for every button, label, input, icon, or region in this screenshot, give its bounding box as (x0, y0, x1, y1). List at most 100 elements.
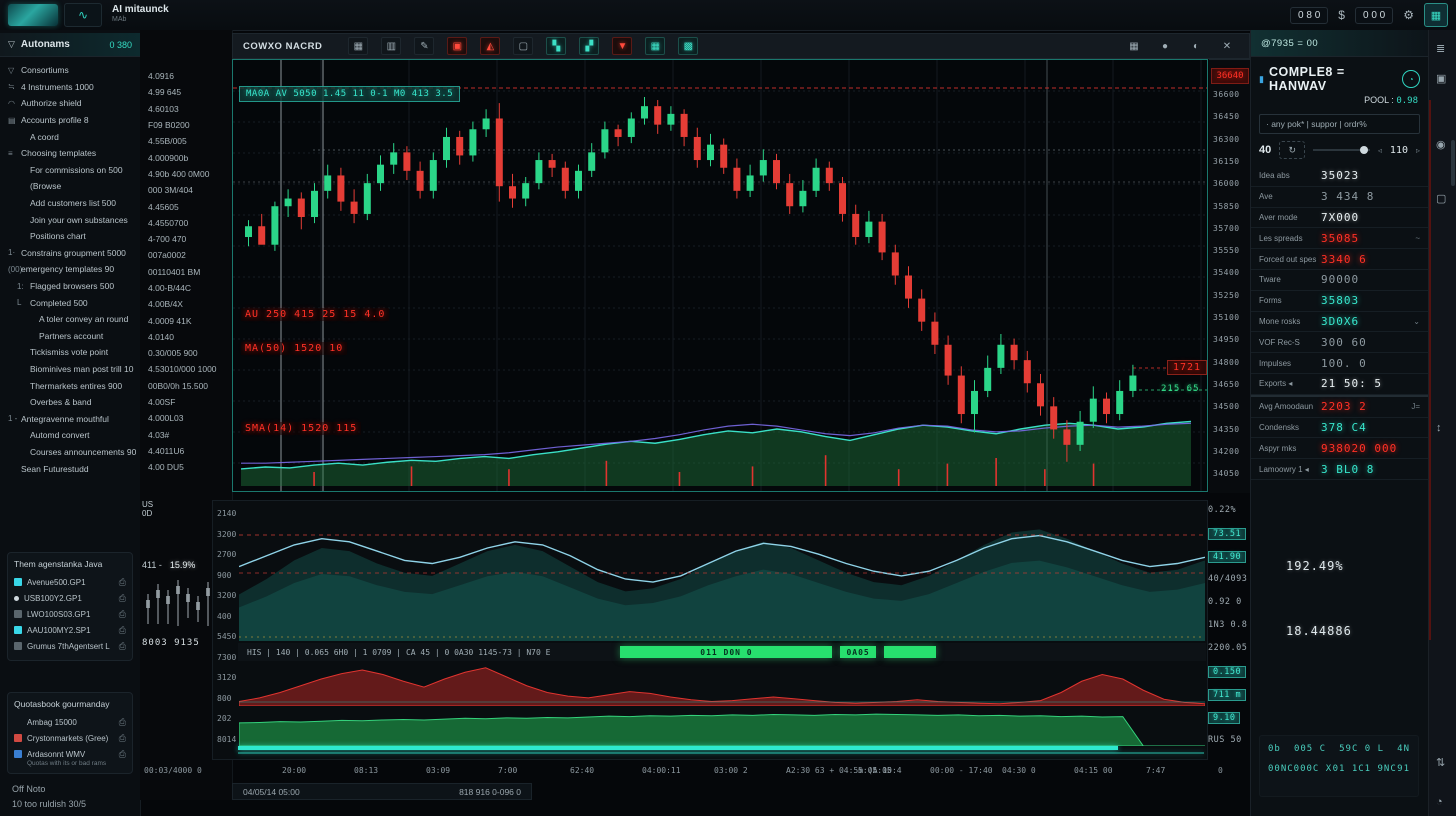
quote-value[interactable]: 4.45605 (140, 198, 232, 214)
quote-value[interactable]: 000 3M/404 (140, 182, 232, 198)
card-row[interactable]: LWO100S03.GP1⎙ (14, 606, 126, 622)
printer-icon[interactable]: ⎙ (119, 593, 126, 604)
quote-value[interactable]: F09 B0200 (140, 117, 232, 133)
record-icon[interactable]: ● (1156, 38, 1174, 54)
quote-value[interactable]: 4.4550700 (140, 215, 232, 231)
slider-knob[interactable] (1360, 146, 1368, 154)
sidebar-item[interactable]: ▤Accounts profile 8 (0, 112, 140, 129)
sidebar-item[interactable]: Partners account (0, 328, 140, 345)
sidebar-item[interactable]: ◠Authorize shield (0, 95, 140, 112)
square-icon[interactable]: ▢ (1436, 192, 1446, 205)
quote-value[interactable]: 4.000L03 (140, 410, 232, 426)
sidebar-item[interactable]: Automd convert (0, 427, 140, 444)
card-row[interactable]: Ambag 15000⎙ (14, 714, 126, 730)
sidebar-item[interactable]: Thermarkets entires 900 (0, 377, 140, 394)
layout-grid-icon[interactable]: ▦ (1125, 38, 1143, 54)
tool-tool-icon[interactable]: ✎ (414, 37, 434, 55)
red-tool-icon[interactable]: ▣ (447, 37, 467, 55)
quote-value[interactable]: 4.000900b (140, 149, 232, 165)
indicator-panel[interactable]: 2140320027009003200400545073003120800202… (212, 500, 1208, 760)
sidebar-item[interactable]: Add customers list 500 (0, 195, 140, 212)
stepper-arrow-right-icon[interactable]: ▹ (1416, 146, 1420, 155)
stepper-arrows-icon[interactable]: ◃ (1378, 146, 1382, 155)
printer-icon[interactable]: ⎙ (119, 609, 126, 620)
sidebar-item[interactable]: (Browse (0, 178, 140, 195)
half-circle-icon[interactable]: ◐ (1187, 38, 1205, 54)
sidebar-item[interactable]: 1·Constrains groupment 5000 (0, 245, 140, 262)
card-row[interactable]: Avenue500.GP1⎙ (14, 574, 126, 590)
resize-icon[interactable]: ↕ (1436, 422, 1442, 434)
sidebar-item[interactable]: (00)emergency templates 90 (0, 261, 140, 278)
candlestick-chart-panel[interactable]: MA0A AV 5050 1.45 11 0-1 M0 413 3.5 AU 2… (232, 59, 1208, 492)
quote-value[interactable]: 4.4011U6 (140, 443, 232, 459)
quote-value[interactable]: 00B0/0h 15.500 (140, 378, 232, 394)
quote-value[interactable]: 4.00 DU5 (140, 459, 232, 475)
sidebar-item[interactable]: Tickismiss vote point (0, 344, 140, 361)
quote-value[interactable]: 4.0140 (140, 329, 232, 345)
sidebar-item[interactable]: For commissions on 500 (0, 162, 140, 179)
order-type-input[interactable]: · any pok* | suppor | ordr% (1259, 114, 1420, 134)
sidebar-item[interactable]: Overbes & band (0, 394, 140, 411)
sidebar-header[interactable]: ▽ Autonams 0 380 (0, 33, 140, 57)
card-row[interactable]: Crystonmarkets (Gree)⎙ (14, 730, 126, 746)
quote-value[interactable]: 4.00SF (140, 394, 232, 410)
printer-icon[interactable]: ⎙ (119, 749, 126, 760)
order-row-trailing-icon[interactable]: ⌄ (1413, 317, 1420, 326)
quote-value[interactable]: 4.0009 41K (140, 312, 232, 328)
close-icon[interactable]: ✕ (1218, 38, 1236, 54)
quote-value[interactable]: 4.00B/4X (140, 296, 232, 312)
printer-icon[interactable]: ⎙ (119, 641, 126, 652)
target-icon[interactable]: ◉ (1436, 138, 1446, 151)
dial-icon[interactable]: ↻ (1279, 141, 1305, 159)
printer-icon[interactable]: ⎙ (119, 733, 126, 744)
quote-value[interactable]: 4-700 470 (140, 231, 232, 247)
red-tool-icon[interactable]: ▼ (612, 37, 632, 55)
sidebar-item[interactable]: Sean Futurestudd (0, 460, 140, 477)
grid-toggle-button[interactable]: ▦ (1424, 3, 1448, 27)
time-axis[interactable]: 00:03/4000 020:0008:1303:097:0062:4004:0… (140, 764, 1252, 778)
teal-tool-icon[interactable]: ▚ (546, 37, 566, 55)
teal-tool-icon[interactable]: ▩ (678, 37, 698, 55)
quote-value[interactable]: 4.90b 400 0M00 (140, 166, 232, 182)
quote-value[interactable]: 4.53010/000 1000 (140, 361, 232, 377)
quote-value[interactable]: 4.00-B/44C (140, 280, 232, 296)
clock-icon[interactable]: ◔ (1436, 796, 1443, 808)
red-tool-icon[interactable]: ◭ (480, 37, 500, 55)
sidebar-item[interactable]: A toler convey an round (0, 311, 140, 328)
quote-value[interactable]: 4.03# (140, 427, 232, 443)
sidebar-item[interactable]: Join your own substances (0, 211, 140, 228)
sidebar-item[interactable]: ▽Consortiums (0, 62, 140, 79)
printer-icon[interactable]: ⎙ (119, 717, 126, 728)
sidebar-item[interactable]: 1 -Antegravenne mouthful (0, 410, 140, 427)
tool-tool-icon[interactable]: ▢ (513, 37, 533, 55)
sort-icon[interactable]: ⇅ (1436, 756, 1445, 769)
price-axis[interactable]: 36640 3660036450363003615036000358503570… (1209, 59, 1250, 493)
quote-value[interactable]: 4.55B/005 (140, 133, 232, 149)
quote-value[interactable]: 0.30/005 900 (140, 345, 232, 361)
printer-icon[interactable]: ⎙ (119, 625, 126, 636)
refresh-circle-icon[interactable]: ◔ (1402, 70, 1420, 88)
printer-icon[interactable]: ⎙ (119, 577, 126, 588)
card-row[interactable]: AAU100MY2.SP1⎙ (14, 622, 126, 638)
quote-value[interactable]: 4.99 645 (140, 84, 232, 100)
dollar-icon[interactable]: $ (1338, 8, 1345, 22)
quote-value[interactable]: 00110401 BM (140, 264, 232, 280)
sidebar-item[interactable]: ≡Choosing templates (0, 145, 140, 162)
layers-icon[interactable]: ≣ (1436, 42, 1445, 55)
card-row[interactable]: USB100Y2.GP1⎙ (14, 590, 126, 606)
gear-icon[interactable]: ⚙ (1403, 8, 1414, 22)
sidebar-item[interactable]: Positions chart (0, 228, 140, 245)
quote-value[interactable]: 4.60103 (140, 101, 232, 117)
scrollbar-thumb[interactable] (1451, 140, 1455, 186)
sidebar-item[interactable]: ≒4 Instruments 1000 (0, 79, 140, 96)
sidebar-item[interactable]: Biominives man post trill 10 (0, 361, 140, 378)
tool-tool-icon[interactable]: ▥ (381, 37, 401, 55)
sidebar-item[interactable]: 1:Flagged browsers 500 (0, 278, 140, 295)
order-row-trailing-icon[interactable]: J= (1411, 402, 1420, 411)
quote-value[interactable]: 4.0916 (140, 68, 232, 84)
sidebar-item[interactable]: Courses announcements 90 (0, 444, 140, 461)
quote-value[interactable]: 007a0002 (140, 247, 232, 263)
sidebar-item[interactable]: LCompleted 500 (0, 294, 140, 311)
sidebar-item[interactable]: A coord (0, 128, 140, 145)
panel-icon[interactable]: ▣ (1436, 72, 1446, 85)
